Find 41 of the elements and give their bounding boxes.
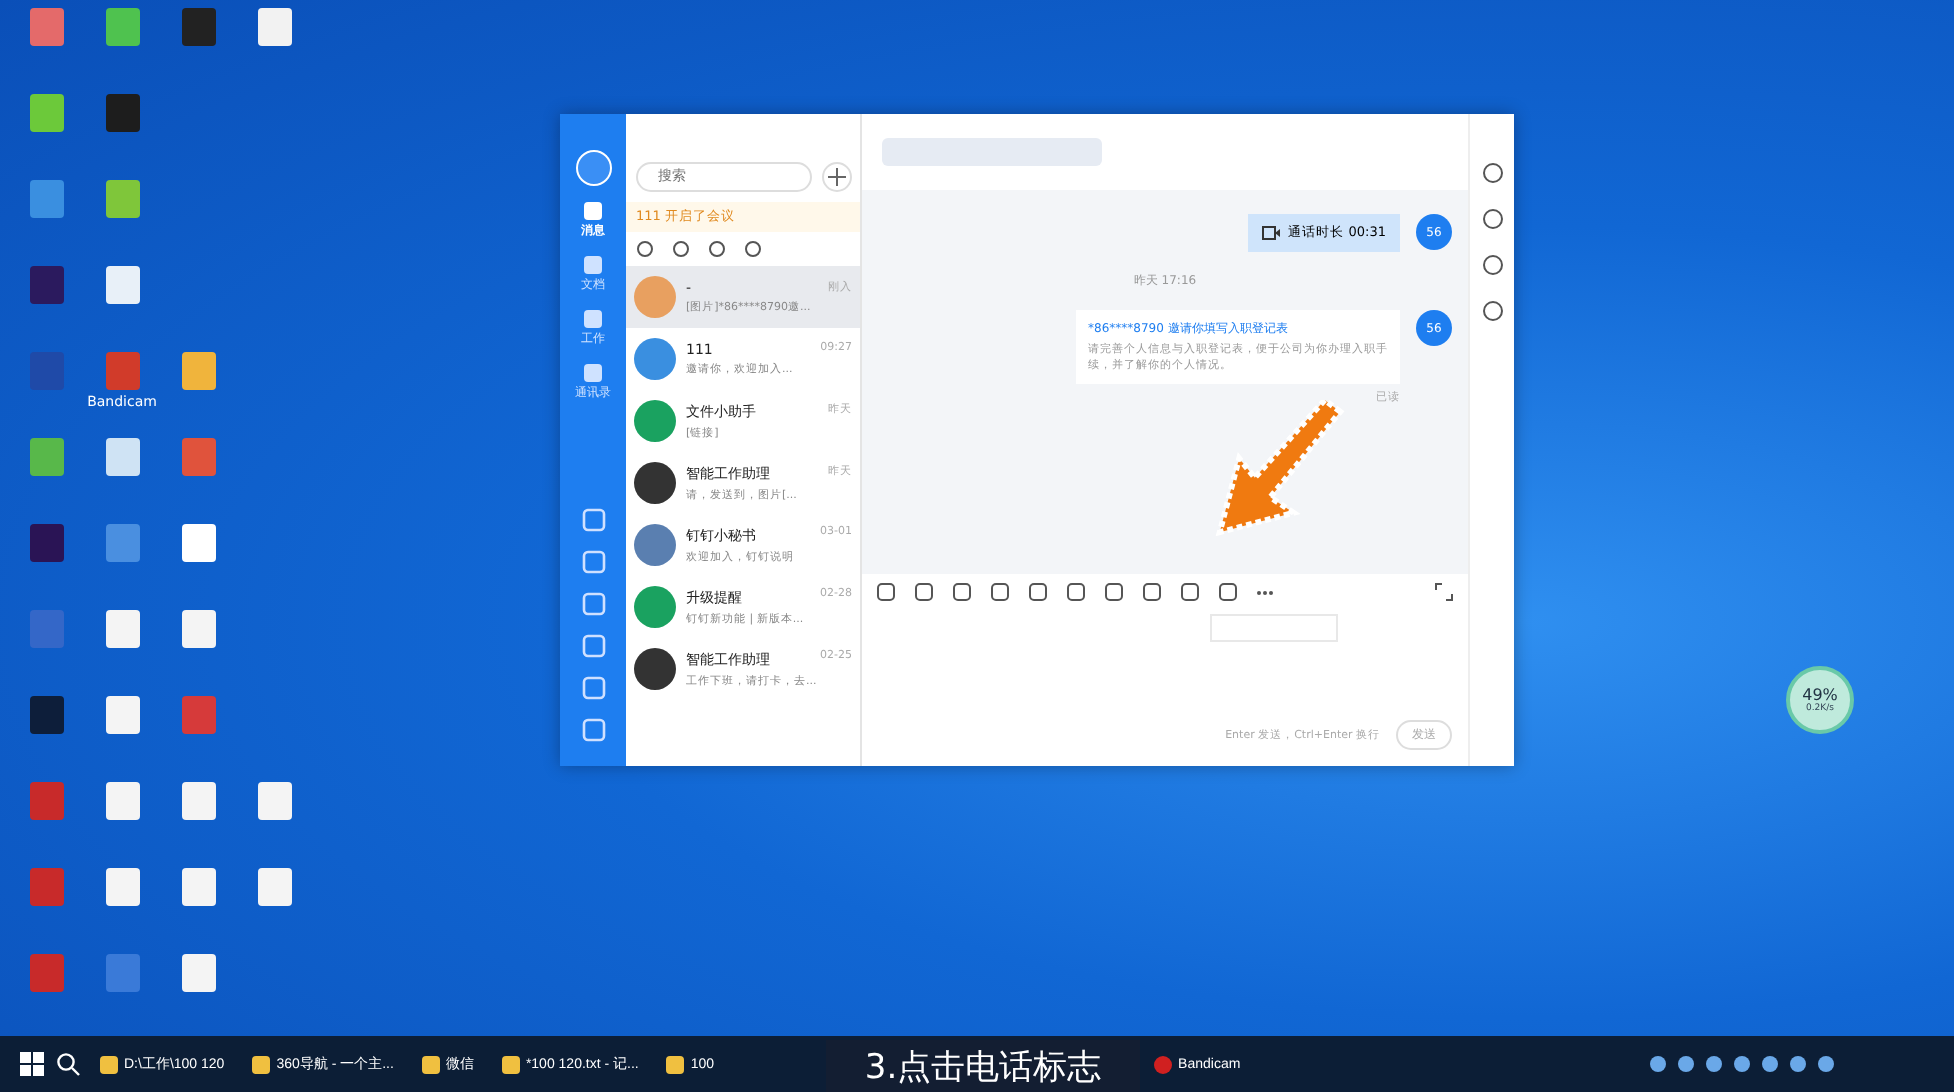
video-icon	[1262, 226, 1281, 240]
desktop-app-icon[interactable]	[257, 868, 291, 906]
desktop-app-icon[interactable]	[181, 352, 215, 390]
caption-text: 3.点击电话标志	[826, 1040, 1140, 1092]
desktop-app-icon[interactable]	[181, 524, 215, 562]
desktop-app-icon[interactable]	[181, 868, 215, 906]
tool-icon[interactable]	[581, 676, 605, 700]
avatar-icon[interactable]	[575, 150, 611, 186]
side-tool-icon[interactable]	[1481, 208, 1503, 230]
desktop-app-icon[interactable]	[105, 438, 139, 476]
desktop-app-icon[interactable]	[105, 180, 139, 218]
desktop-app-icon[interactable]	[29, 94, 63, 132]
side-tool-icon[interactable]	[1481, 300, 1503, 322]
tool-icon[interactable]	[581, 550, 605, 574]
desktop-app-icon[interactable]	[105, 266, 139, 304]
desktop-app-icon[interactable]	[29, 524, 63, 562]
desktop-app-icon[interactable]	[29, 696, 63, 734]
desktop-app-icon[interactable]	[105, 696, 139, 734]
windows-start-icon[interactable]	[20, 1052, 44, 1076]
plus-icon	[828, 168, 846, 186]
desktop-app-icon[interactable]	[257, 8, 291, 46]
tool-icon[interactable]	[581, 592, 605, 616]
desktop-app-icon[interactable]	[105, 8, 139, 46]
desktop-app-icon[interactable]	[105, 868, 139, 906]
more-icon[interactable]	[1256, 589, 1274, 595]
add-button[interactable]	[822, 162, 852, 192]
tool-icon[interactable]	[581, 634, 605, 658]
side-tool-icon[interactable]	[1481, 254, 1503, 276]
tool-icon[interactable]	[581, 718, 605, 742]
desktop-app-icon[interactable]	[257, 782, 291, 820]
desktop-app-icon[interactable]	[181, 782, 215, 820]
side-tool-icon[interactable]	[1481, 162, 1503, 184]
desktop-app-icon[interactable]	[181, 610, 215, 648]
desktop-app-icon[interactable]	[29, 438, 63, 476]
search-icon[interactable]	[56, 1052, 80, 1076]
tool-icon[interactable]	[581, 508, 605, 532]
expand-icon[interactable]	[1434, 582, 1454, 602]
desktop-app-icon[interactable]	[105, 782, 139, 820]
desktop-app-icon[interactable]	[181, 954, 215, 992]
desktop-app-icon[interactable]	[105, 610, 139, 648]
desktop-app-icon[interactable]	[105, 94, 139, 132]
